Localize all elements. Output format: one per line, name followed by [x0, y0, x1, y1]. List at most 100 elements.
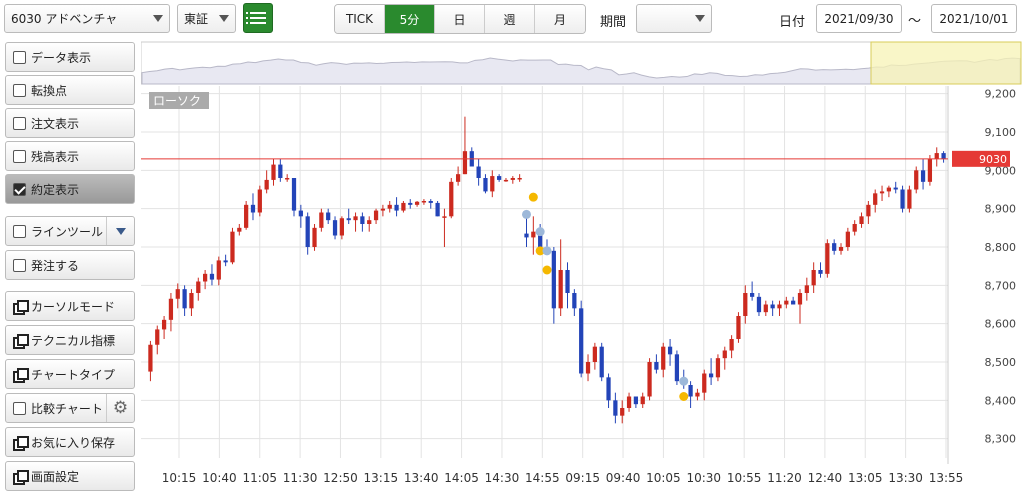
candle-body	[401, 202, 406, 211]
gear-icon[interactable]: ⚙	[106, 394, 134, 422]
tab-month[interactable]: 月	[535, 5, 585, 33]
candle-body	[490, 176, 495, 192]
candle-body	[838, 247, 844, 251]
candle-body	[620, 408, 625, 416]
y-tick-label: 9,100	[985, 126, 1017, 139]
candle-body	[223, 260, 228, 263]
technical-indicators-button[interactable]: テクニカル指標	[5, 325, 135, 355]
x-tick-label: 13:15	[364, 471, 399, 485]
candle-body	[606, 377, 611, 401]
candle-body	[859, 216, 864, 224]
candle-body	[756, 296, 762, 313]
candlestick-chart[interactable]: 9,2009,1009,0008,9008,8008,7008,6008,500…	[140, 38, 1024, 487]
sidebar-item-label: 画面設定	[31, 469, 80, 484]
sidebar-item-label: 比較チャート	[31, 401, 103, 416]
checkbox-icon	[13, 258, 26, 272]
toggle-line-tool[interactable]: ラインツール	[5, 216, 135, 246]
toggle-compare-chart[interactable]: 比較チャート ⚙	[5, 393, 135, 423]
sell-execution-marker	[535, 227, 545, 237]
candle-body	[893, 187, 898, 190]
candle-body	[832, 243, 837, 251]
toggle-balance-display[interactable]: 残高表示	[5, 141, 135, 171]
candle-body	[161, 319, 167, 330]
candle-body	[695, 392, 700, 397]
candle-body	[811, 270, 816, 286]
toggle-place-order[interactable]: 発注する	[5, 250, 135, 280]
candle-body	[168, 298, 174, 320]
toggle-turning-points[interactable]: 転換点	[5, 75, 135, 105]
date-to-field[interactable]: 2021/10/01	[931, 4, 1017, 33]
x-tick-label: 10:30	[686, 471, 721, 485]
tab-week[interactable]: 週	[485, 5, 535, 33]
navigator-window[interactable]	[870, 41, 1022, 85]
x-tick-label: 13:55	[929, 471, 964, 485]
chart-type-button[interactable]: チャートタイプ	[5, 359, 135, 389]
market-select[interactable]: 東証	[177, 4, 236, 33]
candle-body	[647, 362, 652, 397]
toggle-data-display[interactable]: データ表示	[5, 42, 135, 72]
save-favorite-button[interactable]: お気に入り保存	[5, 427, 135, 457]
candle-body	[517, 178, 522, 180]
tab-tick[interactable]: TICK	[335, 5, 385, 33]
window-icon	[13, 470, 29, 485]
line-tool-dropdown[interactable]	[106, 217, 134, 245]
candle-body	[449, 181, 454, 217]
y-tick-label: 8,400	[985, 394, 1017, 407]
cursor-mode-button[interactable]: カーソルモード	[5, 291, 135, 321]
candle-body	[455, 174, 461, 182]
x-tick-label: 10:05	[646, 471, 681, 485]
x-axis: 10:15 10:40 11:05 11:30 12:50 13:15 13:40 14:05…	[162, 471, 964, 485]
toggle-execution-display[interactable]: 約定表示	[5, 174, 135, 204]
checkbox-icon	[13, 401, 26, 415]
candle-body	[852, 224, 857, 232]
candle-body	[688, 385, 693, 397]
navigator[interactable]	[140, 41, 1022, 85]
candle-body	[203, 273, 208, 282]
candle-body	[483, 178, 488, 192]
candle-body	[592, 346, 597, 362]
toggle-order-display[interactable]: 注文表示	[5, 108, 135, 138]
window-icon	[13, 368, 29, 383]
candle-body	[503, 179, 509, 182]
tab-5min[interactable]: 5分	[385, 5, 435, 33]
candle-body	[736, 316, 741, 339]
tab-day[interactable]: 日	[435, 5, 485, 33]
candle-body	[640, 396, 645, 405]
sell-execution-marker	[679, 376, 689, 386]
symbol-select[interactable]: 6030 アドベンチャ	[4, 4, 170, 33]
candle-body	[886, 187, 891, 192]
sidebar: データ表示 転換点 注文表示 残高表示 約定表示 ラインツール 発注する カーソ…	[0, 38, 140, 491]
x-tick-label: 11:05	[242, 471, 277, 485]
buy-execution-marker	[542, 265, 552, 275]
x-tick-label: 11:20	[767, 471, 802, 485]
candle-body	[257, 189, 262, 213]
sidebar-item-label: データ表示	[31, 50, 92, 65]
sell-execution-marker	[542, 246, 552, 256]
period-select[interactable]	[636, 4, 712, 33]
candle-body	[599, 346, 604, 378]
candle-body	[770, 304, 775, 309]
candle-body	[387, 204, 392, 209]
candle-body	[715, 358, 721, 378]
candle-body	[702, 373, 707, 393]
candle-body	[216, 260, 221, 280]
candle-body	[312, 227, 317, 247]
buy-execution-marker	[679, 392, 689, 401]
list-icon	[246, 12, 266, 14]
candle-body	[510, 178, 515, 180]
x-tick-label: 14:30	[485, 471, 520, 485]
candle-body	[497, 176, 502, 180]
candle-body	[278, 164, 283, 178]
date-from-field[interactable]: 2021/09/30	[816, 4, 902, 33]
candle-body	[394, 204, 399, 211]
list-button[interactable]	[243, 3, 273, 33]
candle-body	[285, 178, 290, 180]
y-tick-label: 8,900	[985, 203, 1017, 216]
candle-body	[442, 216, 447, 218]
candle-body	[291, 178, 297, 211]
candle-body	[722, 350, 727, 359]
chart-area[interactable]: 9,200 9,100 9,000 8,900 8,800 8,700 8,600 8,500…	[140, 38, 1024, 487]
candle-body	[825, 243, 830, 274]
x-tick-label: 09:15	[565, 471, 600, 485]
date-separator: 〜	[908, 14, 922, 29]
